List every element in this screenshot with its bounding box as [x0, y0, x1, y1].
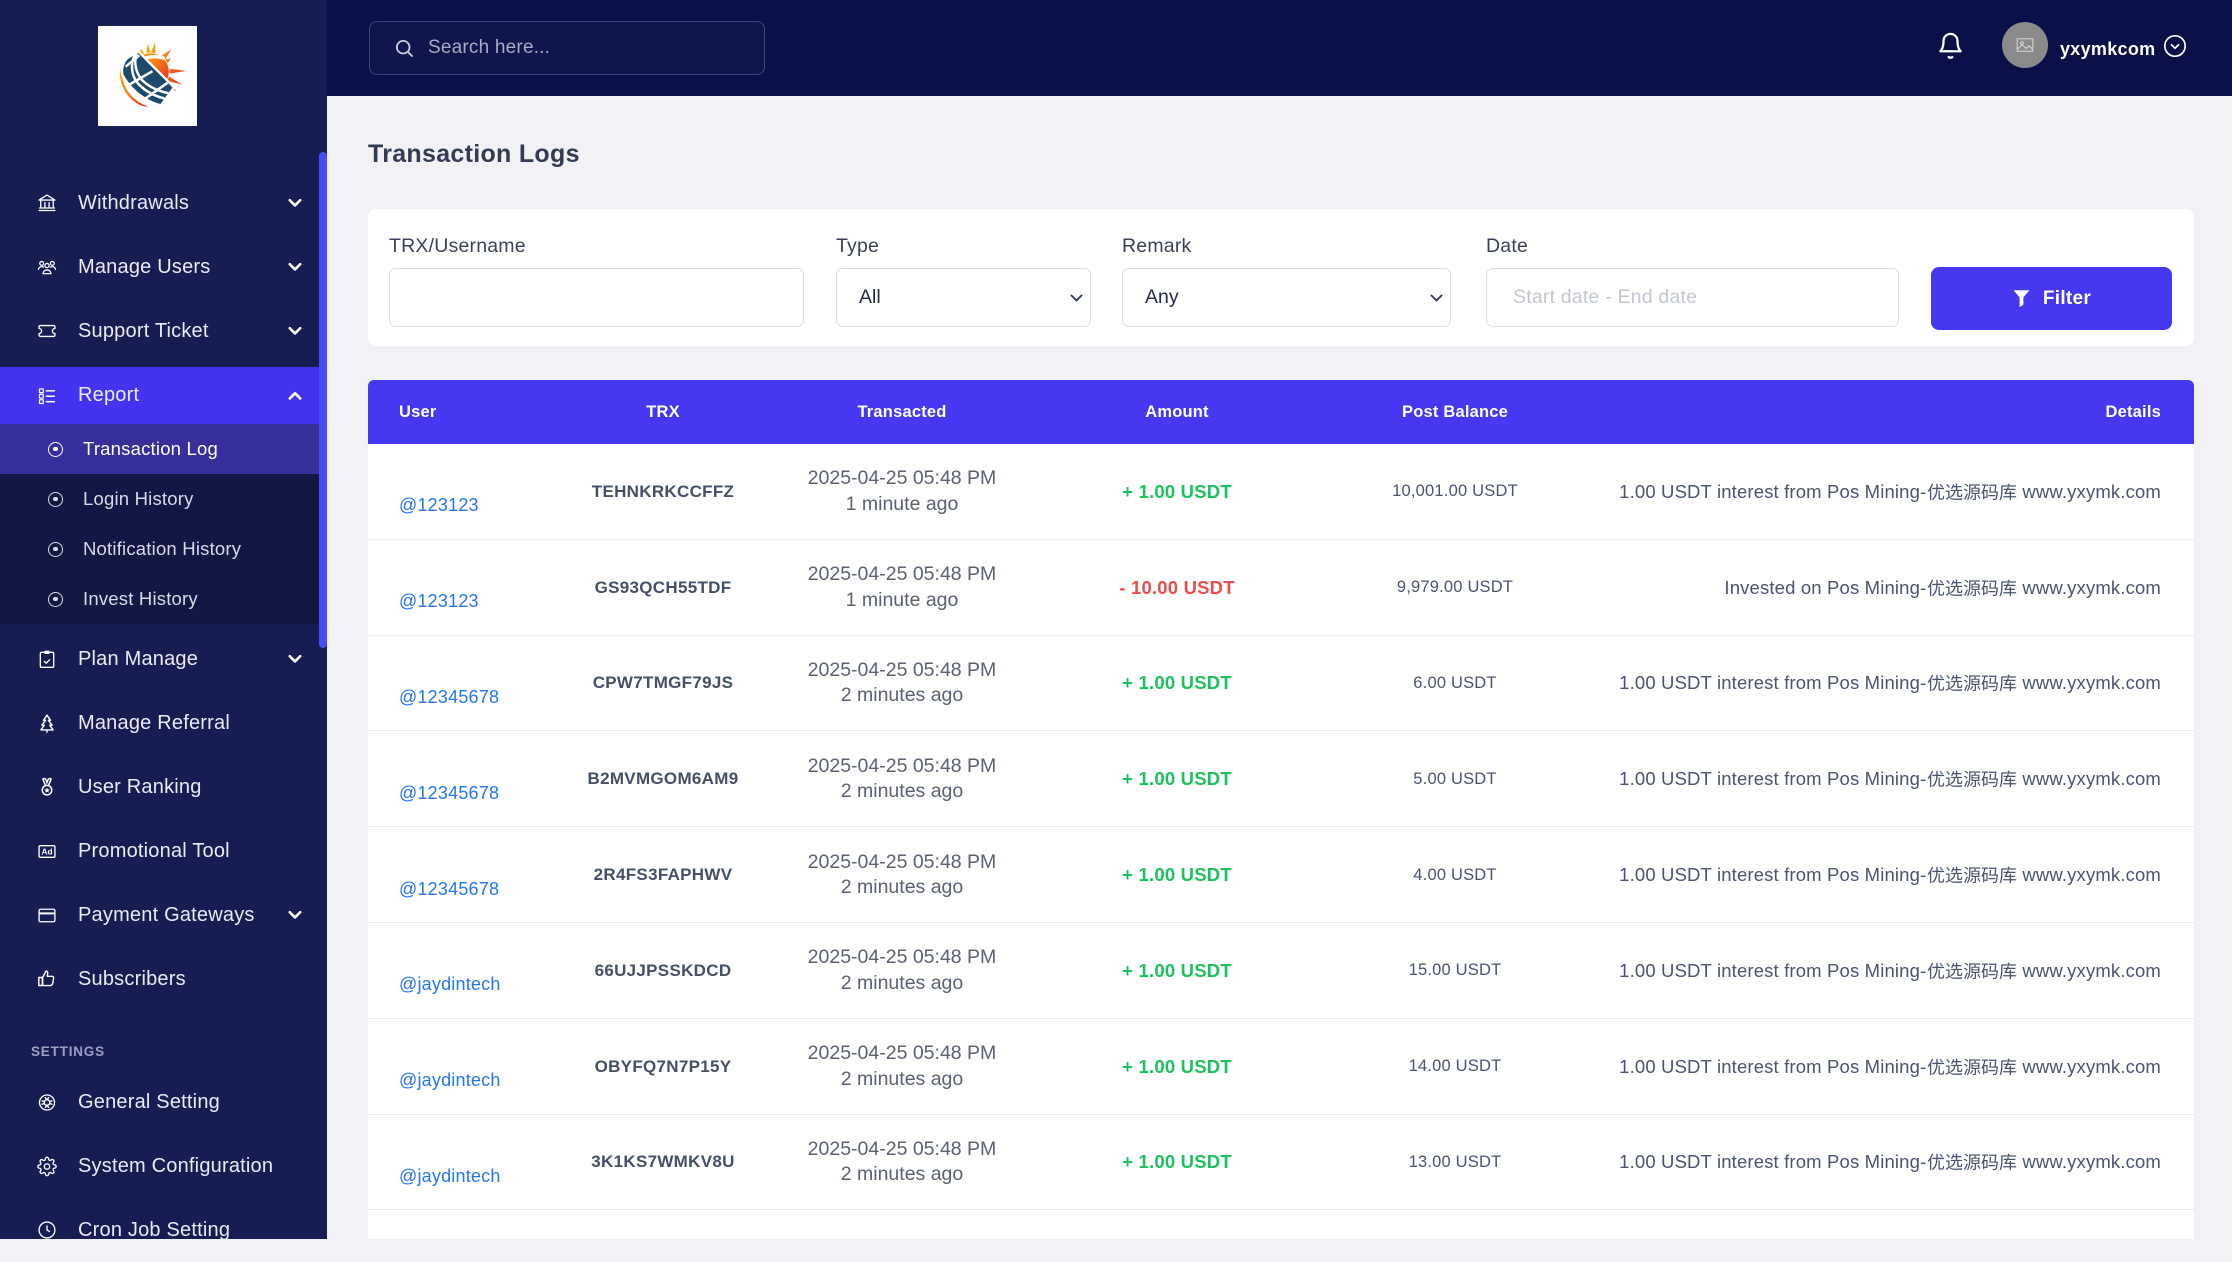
svg-text:Ad: Ad: [41, 846, 52, 856]
